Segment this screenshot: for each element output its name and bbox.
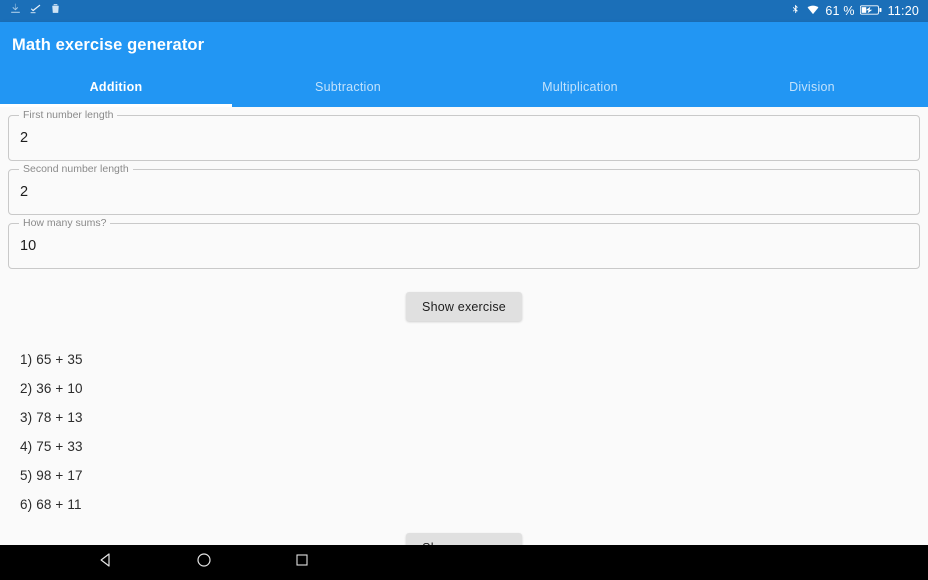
first-number-length-label: First number length (19, 109, 118, 121)
nav-back-button[interactable] (72, 545, 140, 580)
android-nav-bar (0, 545, 928, 580)
tab-division-label: Division (789, 80, 835, 94)
list-item: 5) 98 + 17 (20, 468, 83, 483)
list-item: 6) 68 + 11 (20, 497, 82, 512)
app-bar: Math exercise generator Addition Subtrac… (0, 22, 928, 107)
main-content: First number length 2 Second number leng… (0, 107, 928, 545)
clock-label: 11:20 (887, 4, 919, 18)
show-exercise-row: Show exercise (0, 292, 928, 321)
tab-multiplication-label: Multiplication (542, 80, 618, 94)
battery-charging-icon (859, 4, 882, 19)
list-item: 4) 75 + 33 (20, 439, 83, 454)
battery-percent-label: 61 % (825, 4, 855, 18)
second-number-length-value: 2 (20, 184, 29, 200)
first-number-length-value: 2 (20, 130, 29, 146)
device-screen: 61 % 11:20 Math exercise generator Addit… (0, 0, 928, 580)
list-item: 1) 65 + 35 (20, 352, 83, 367)
show-answers-button[interactable]: Show answers (406, 533, 522, 545)
status-bar-system: 61 % 11:20 (790, 3, 919, 19)
how-many-sums-value: 10 (20, 238, 37, 254)
nav-home-button[interactable] (170, 545, 238, 580)
tab-addition-label: Addition (89, 80, 143, 94)
bluetooth-icon (790, 3, 801, 19)
first-number-length-field[interactable]: First number length 2 (8, 109, 920, 161)
how-many-sums-field[interactable]: How many sums? 10 (8, 217, 920, 269)
download-icon (9, 2, 22, 20)
show-answers-row: Show answers (0, 533, 928, 545)
wifi-icon (806, 3, 820, 19)
list-item: 2) 36 + 10 (20, 381, 83, 396)
status-bar: 61 % 11:20 (0, 0, 928, 22)
list-item: 3) 78 + 13 (20, 410, 83, 425)
second-number-length-field[interactable]: Second number length 2 (8, 163, 920, 215)
check-edit-icon (29, 2, 42, 20)
tab-addition[interactable]: Addition (0, 67, 232, 107)
tab-multiplication[interactable]: Multiplication (464, 67, 696, 107)
status-bar-notifications (9, 2, 62, 20)
exercise-list: 1) 65 + 35 2) 36 + 10 3) 78 + 13 4) 75 +… (0, 345, 928, 519)
back-icon (97, 551, 115, 574)
tab-division[interactable]: Division (696, 67, 928, 107)
tab-subtraction[interactable]: Subtraction (232, 67, 464, 107)
recents-icon (294, 552, 310, 573)
nav-recents-button[interactable] (268, 545, 336, 580)
second-number-length-label: Second number length (19, 163, 133, 175)
show-exercise-button[interactable]: Show exercise (406, 292, 522, 321)
tab-bar: Addition Subtraction Multiplication Divi… (0, 67, 928, 107)
page-title: Math exercise generator (12, 36, 205, 54)
tab-subtraction-label: Subtraction (315, 80, 381, 94)
trash-icon (49, 2, 62, 20)
home-icon (195, 551, 213, 574)
